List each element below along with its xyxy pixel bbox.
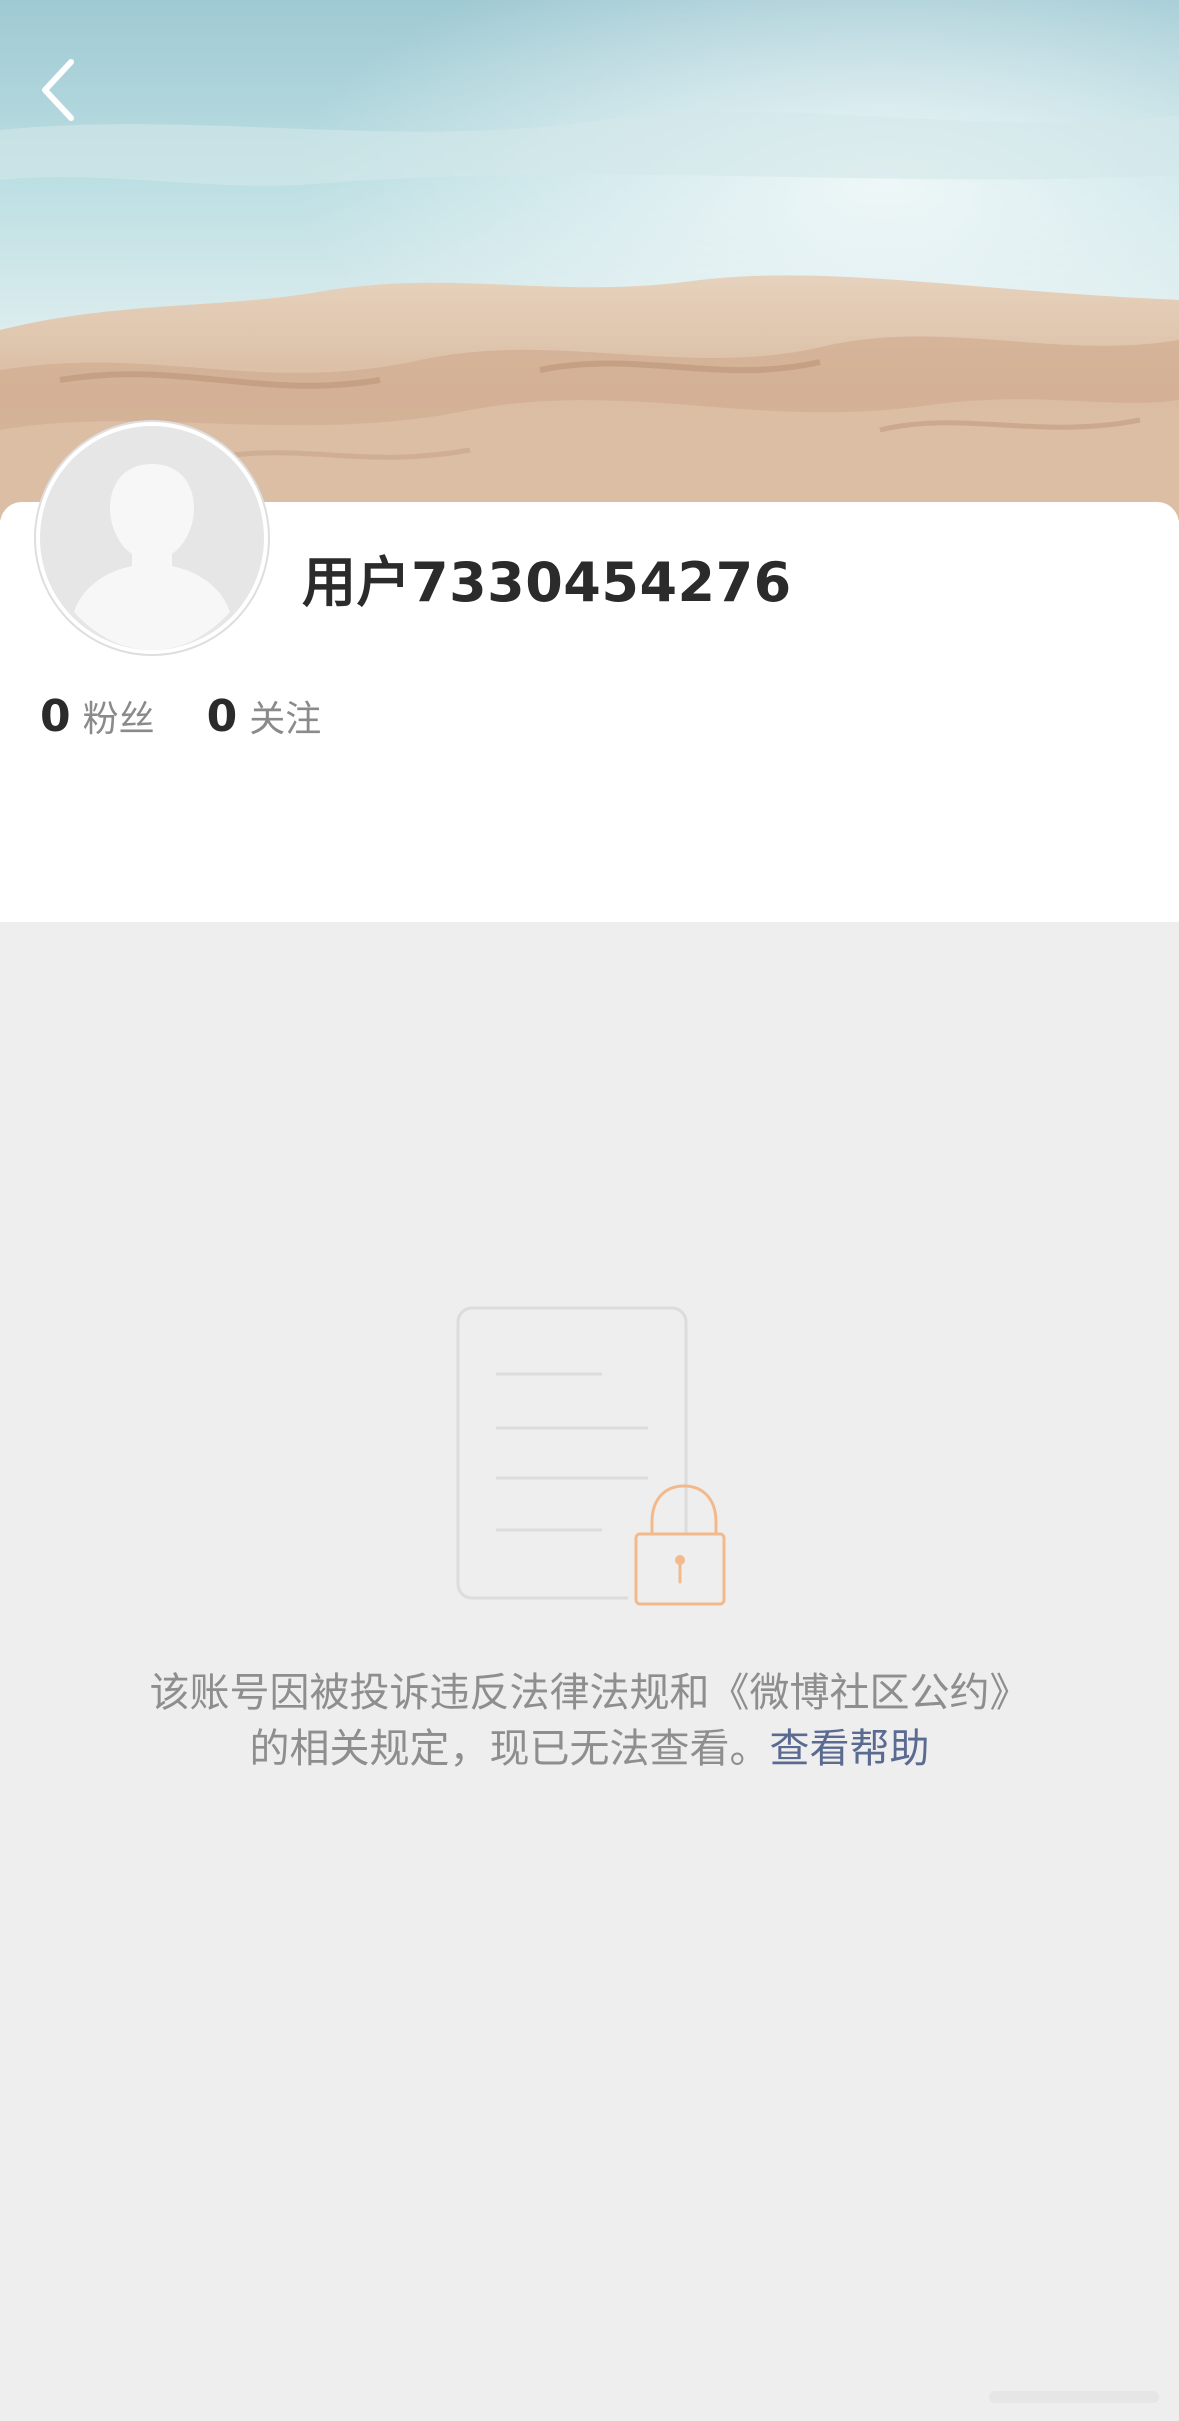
avatar[interactable] — [36, 422, 268, 654]
notice-line-2-wrap: 的相关规定，现已无法查看。查看帮助 — [0, 1721, 1179, 1777]
followers-stat[interactable]: 0 粉丝 — [40, 690, 155, 742]
help-link[interactable]: 查看帮助 — [770, 1726, 930, 1772]
notice-line-1: 该账号因被投诉违反法律法规和《微博社区公约》 — [149, 1670, 1030, 1716]
following-stat[interactable]: 0 关注 — [207, 690, 322, 742]
profile-page: 用户7330454276 0 粉丝 0 关注 该账号因被投诉违反法律法规和《微博… — [0, 0, 1179, 2421]
watermark — [969, 2379, 1169, 2413]
following-count: 0 — [206, 691, 238, 742]
followers-count: 0 — [40, 691, 71, 742]
username: 用户7330454276 — [302, 551, 792, 614]
notice-line-2: 的相关规定，现已无法查看。 — [249, 1726, 770, 1772]
chevron-left-icon — [42, 59, 74, 121]
blocked-notice: 该账号因被投诉违反法律法规和《微博社区公约》 的相关规定，现已无法查看。查看帮助 — [0, 1665, 1179, 1777]
followers-label: 粉丝 — [82, 699, 155, 740]
profile-stats: 0 粉丝 0 关注 — [40, 690, 373, 742]
locked-document-icon — [452, 1302, 740, 1612]
following-label: 关注 — [249, 699, 322, 740]
default-avatar-icon — [40, 426, 264, 650]
back-button[interactable] — [22, 50, 92, 130]
